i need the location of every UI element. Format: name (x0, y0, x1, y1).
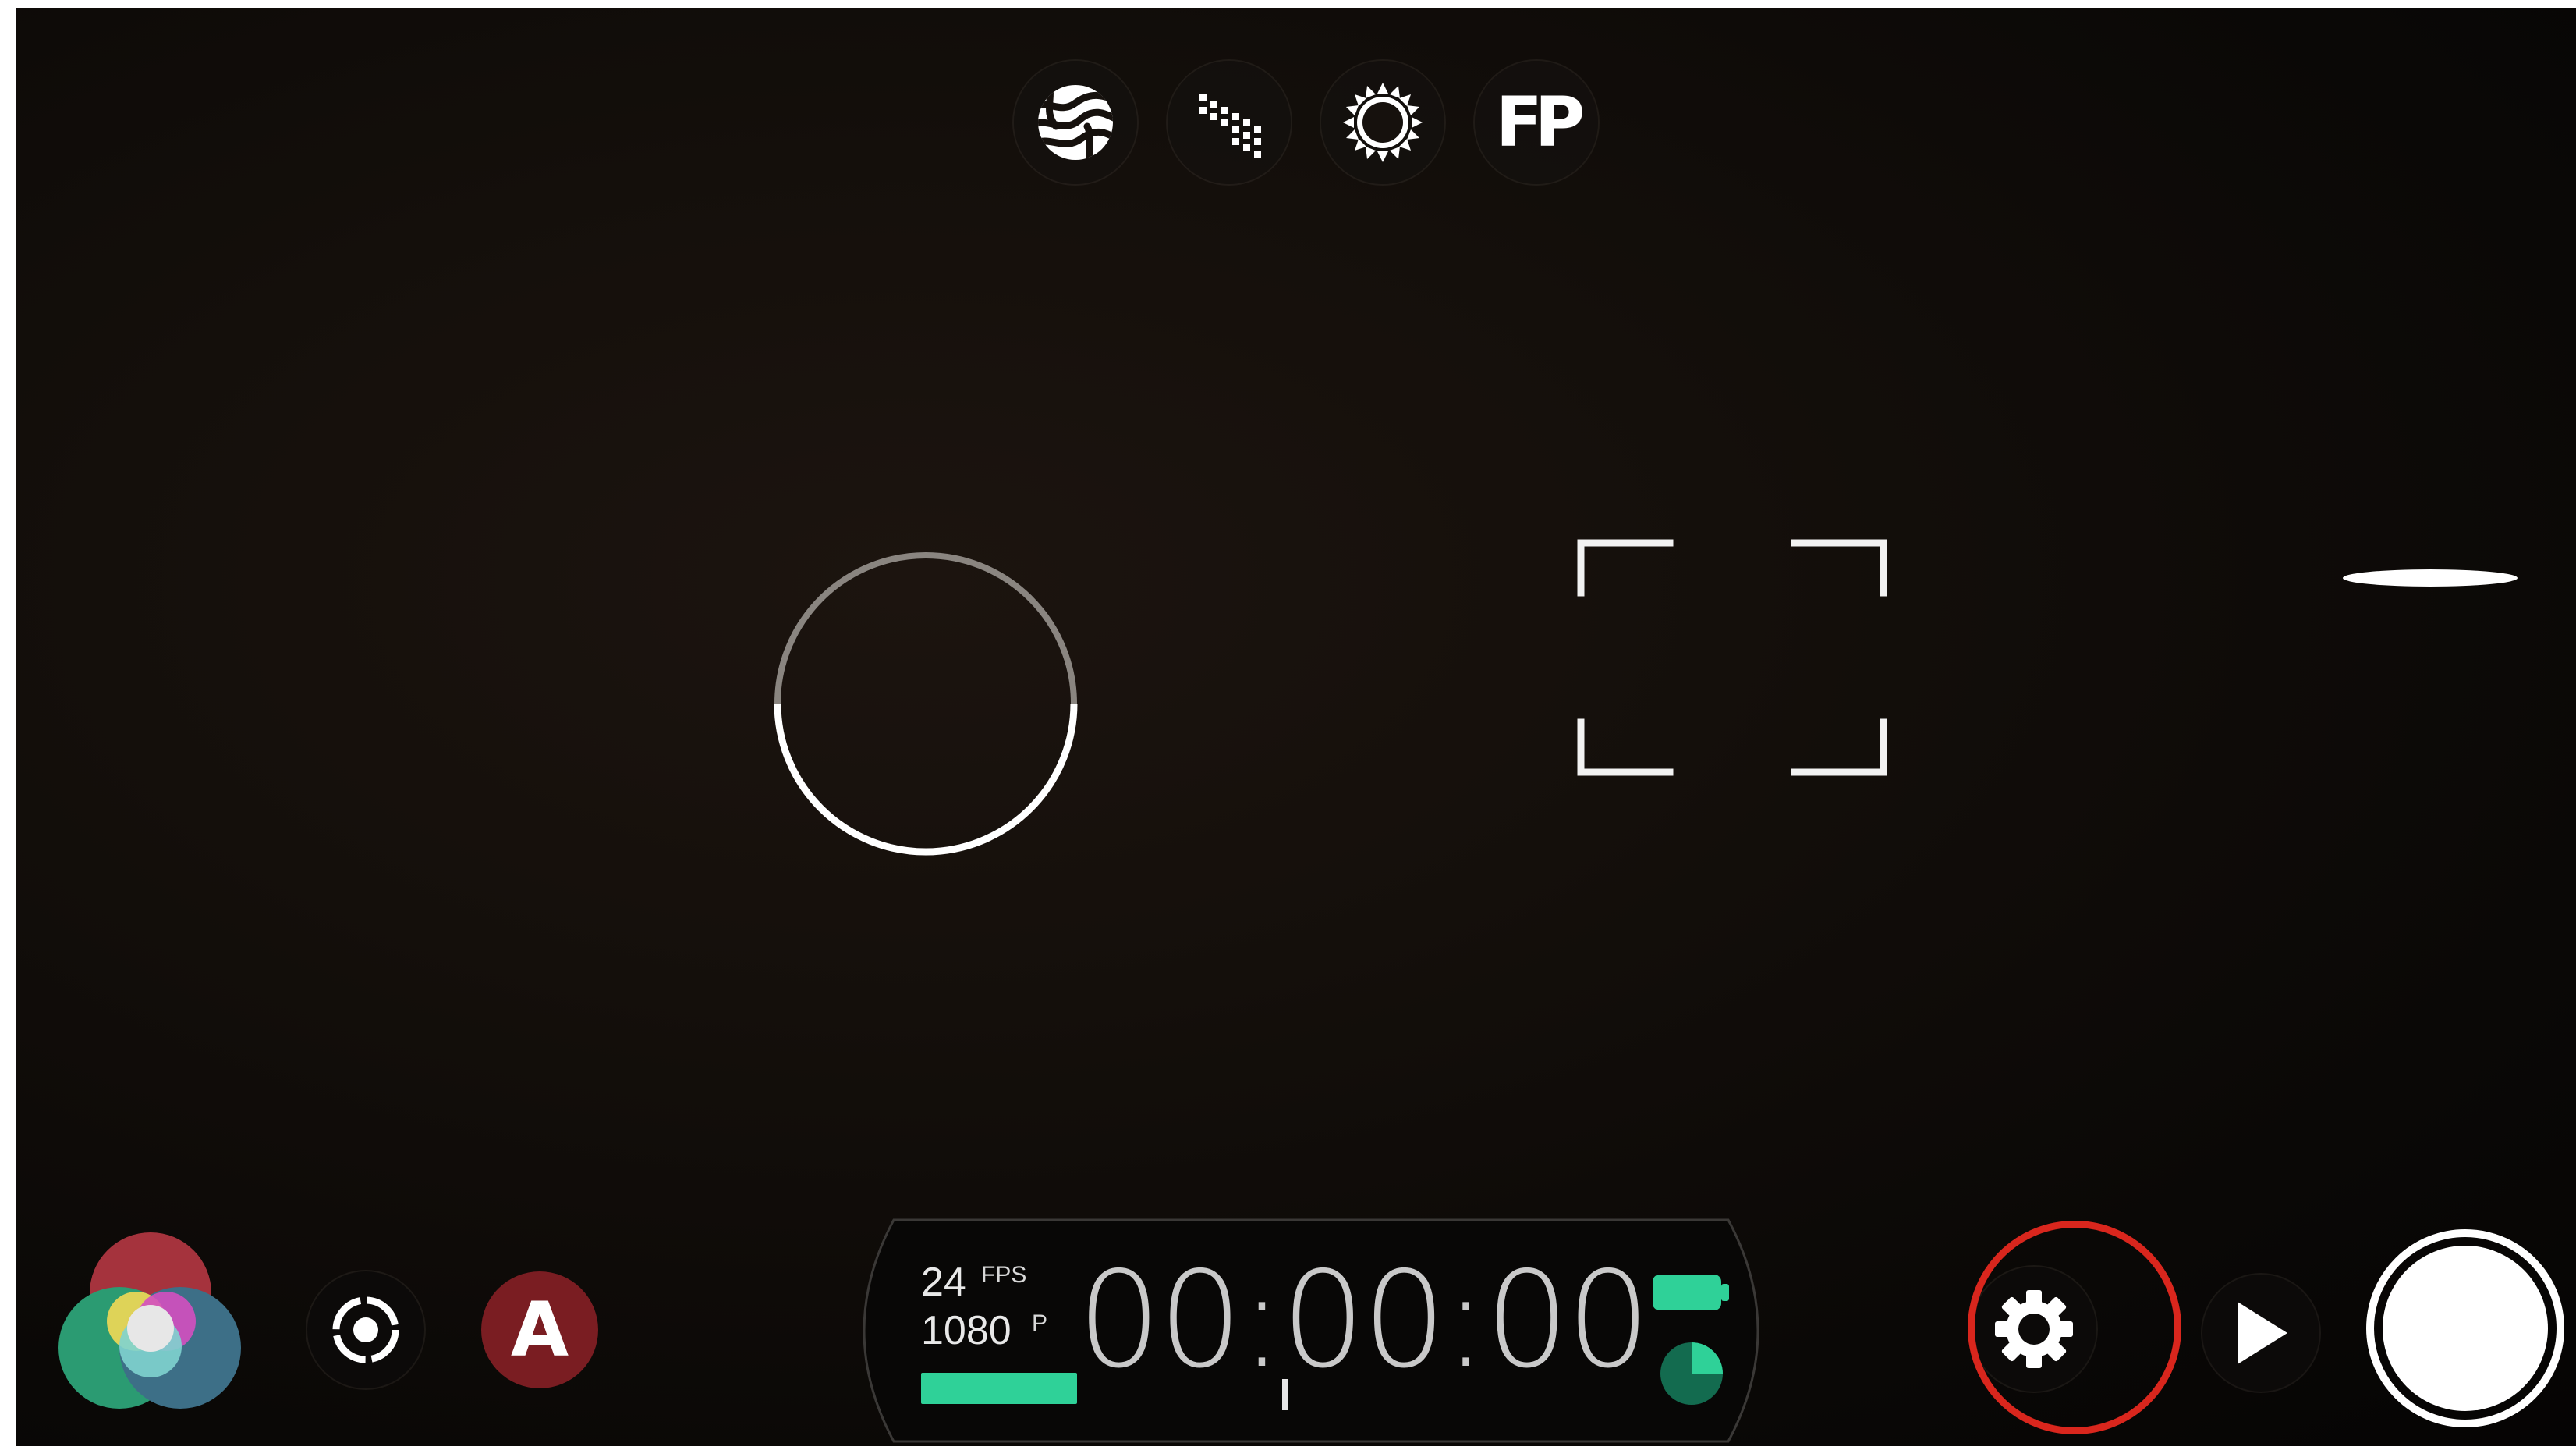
resolution-value: 1080 (921, 1308, 1012, 1353)
false-color-label: FP (1495, 82, 1586, 162)
stabilization-icon (327, 1291, 405, 1369)
fps-unit: FPS (981, 1262, 1027, 1288)
zebra-stripes-button[interactable] (1014, 61, 1137, 184)
recording-status-panel: 24 FPS 1080 P 00:00:00 (831, 1217, 1791, 1445)
false-color-button[interactable]: FP (1475, 61, 1598, 184)
exposure-sun-icon (1340, 80, 1426, 165)
zebra-stripes-icon (1033, 80, 1118, 165)
playback-button[interactable] (2202, 1275, 2319, 1392)
stabilization-button[interactable] (307, 1271, 424, 1388)
resolution-unit: P (1032, 1310, 1048, 1336)
settings-highlight-ring (1968, 1221, 2181, 1434)
record-shutter-icon (2364, 1229, 2567, 1433)
exposure-button[interactable] (1321, 61, 1444, 184)
play-icon (2230, 1298, 2292, 1368)
focus-ring-icon[interactable] (770, 548, 1082, 863)
record-button[interactable] (2364, 1227, 2567, 1430)
horizon-level-indicator (2340, 566, 2520, 594)
battery-icon (1653, 1273, 1731, 1316)
camera-viewfinder[interactable]: FP A 24 FPS 1080 P 00:00:00 (16, 8, 2576, 1446)
focus-peaking-icon (1190, 83, 1268, 161)
fps-value: 24 (921, 1260, 966, 1305)
storage-pie-icon (1658, 1340, 1725, 1411)
auto-mode-button[interactable]: A (481, 1271, 598, 1388)
focus-peaking-button[interactable] (1168, 61, 1291, 184)
color-wheels-button[interactable] (57, 1231, 244, 1430)
audio-level-meter (921, 1373, 1077, 1404)
auto-mode-label: A (510, 1286, 569, 1374)
frame-guide-brackets (1576, 538, 1888, 792)
timeline-marker (1282, 1379, 1288, 1410)
timecode-display: 00:00:00 (1077, 1243, 1651, 1398)
color-wheels-icon (57, 1232, 244, 1429)
